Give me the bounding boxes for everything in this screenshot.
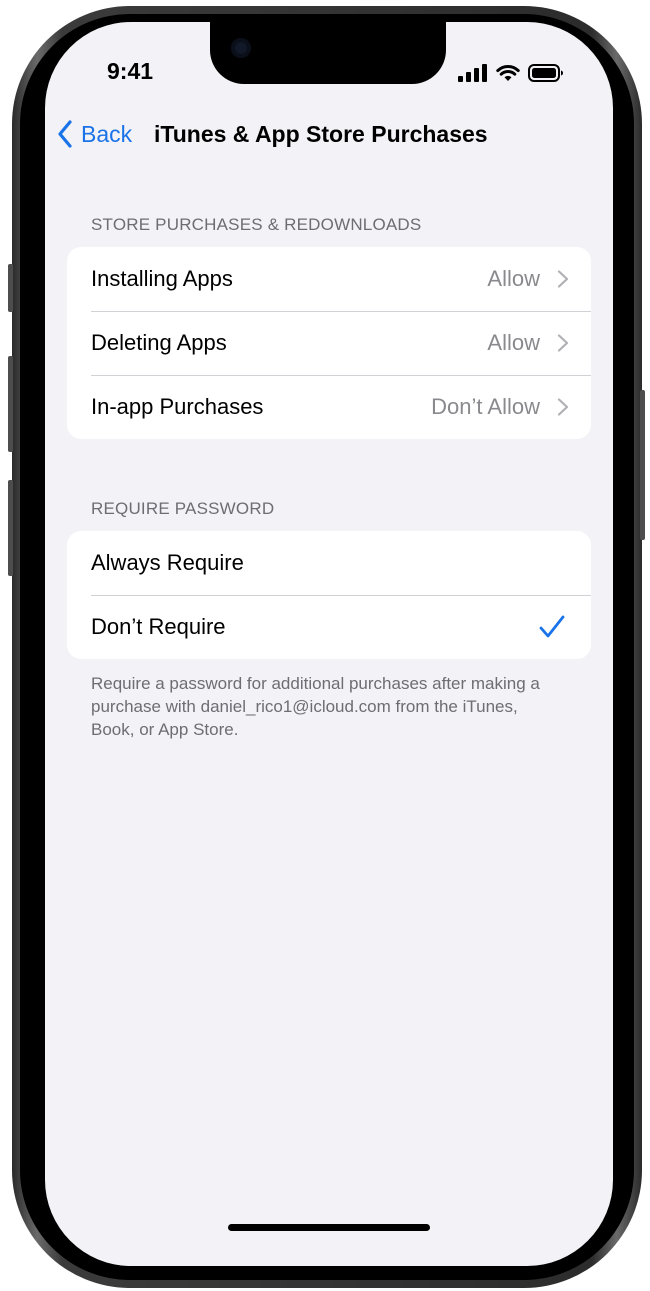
checkmark-icon (539, 615, 565, 638)
chevron-left-icon (58, 120, 72, 148)
row-always-require[interactable]: Always Require (67, 531, 591, 595)
row-value: Allow (487, 330, 540, 355)
store-purchases-group: Installing Apps Allow Deleting Apps Allo… (67, 247, 591, 439)
row-label: Installing Apps (91, 266, 233, 291)
status-time: 9:41 (107, 58, 154, 84)
status-icons (458, 60, 564, 82)
power-button (640, 390, 645, 540)
row-label: In-app Purchases (91, 394, 264, 419)
mute-switch (8, 264, 13, 312)
wifi-icon (496, 64, 520, 81)
section-header-store-purchases: STORE PURCHASES & REDOWNLOADS (91, 215, 422, 234)
row-value: Allow (487, 266, 540, 291)
row-installing-apps[interactable]: Installing Apps Allow (67, 247, 591, 311)
navigation-bar: Back iTunes & App Store Purchases (45, 118, 613, 154)
chevron-right-icon (557, 270, 569, 288)
row-in-app-purchases[interactable]: In-app Purchases Don’t Allow (67, 375, 591, 439)
row-label: Don’t Require (91, 614, 226, 639)
row-value: Don’t Allow (431, 394, 540, 419)
back-label: Back (81, 120, 133, 147)
row-label: Always Require (91, 550, 244, 575)
page-title: iTunes & App Store Purchases (154, 121, 488, 147)
notch (210, 22, 446, 84)
battery-icon (528, 64, 563, 82)
home-indicator[interactable] (228, 1224, 430, 1231)
volume-up-button (8, 356, 13, 452)
row-dont-require[interactable]: Don’t Require (67, 595, 591, 659)
row-deleting-apps[interactable]: Deleting Apps Allow (67, 311, 591, 375)
volume-down-button (8, 480, 13, 576)
cellular-signal-icon (458, 64, 487, 82)
chevron-right-icon (557, 398, 569, 416)
back-button[interactable]: Back (57, 118, 132, 150)
chevron-right-icon (557, 334, 569, 352)
row-label: Deleting Apps (91, 330, 227, 355)
section-header-require-password: REQUIRE PASSWORD (91, 499, 275, 518)
screen: 9:41 Back iTunes & App Store Purchases S… (45, 22, 613, 1266)
front-camera (231, 38, 251, 58)
require-password-group: Always Require Don’t Require (67, 531, 591, 659)
section-footer: Require a password for additional purcha… (91, 674, 540, 739)
